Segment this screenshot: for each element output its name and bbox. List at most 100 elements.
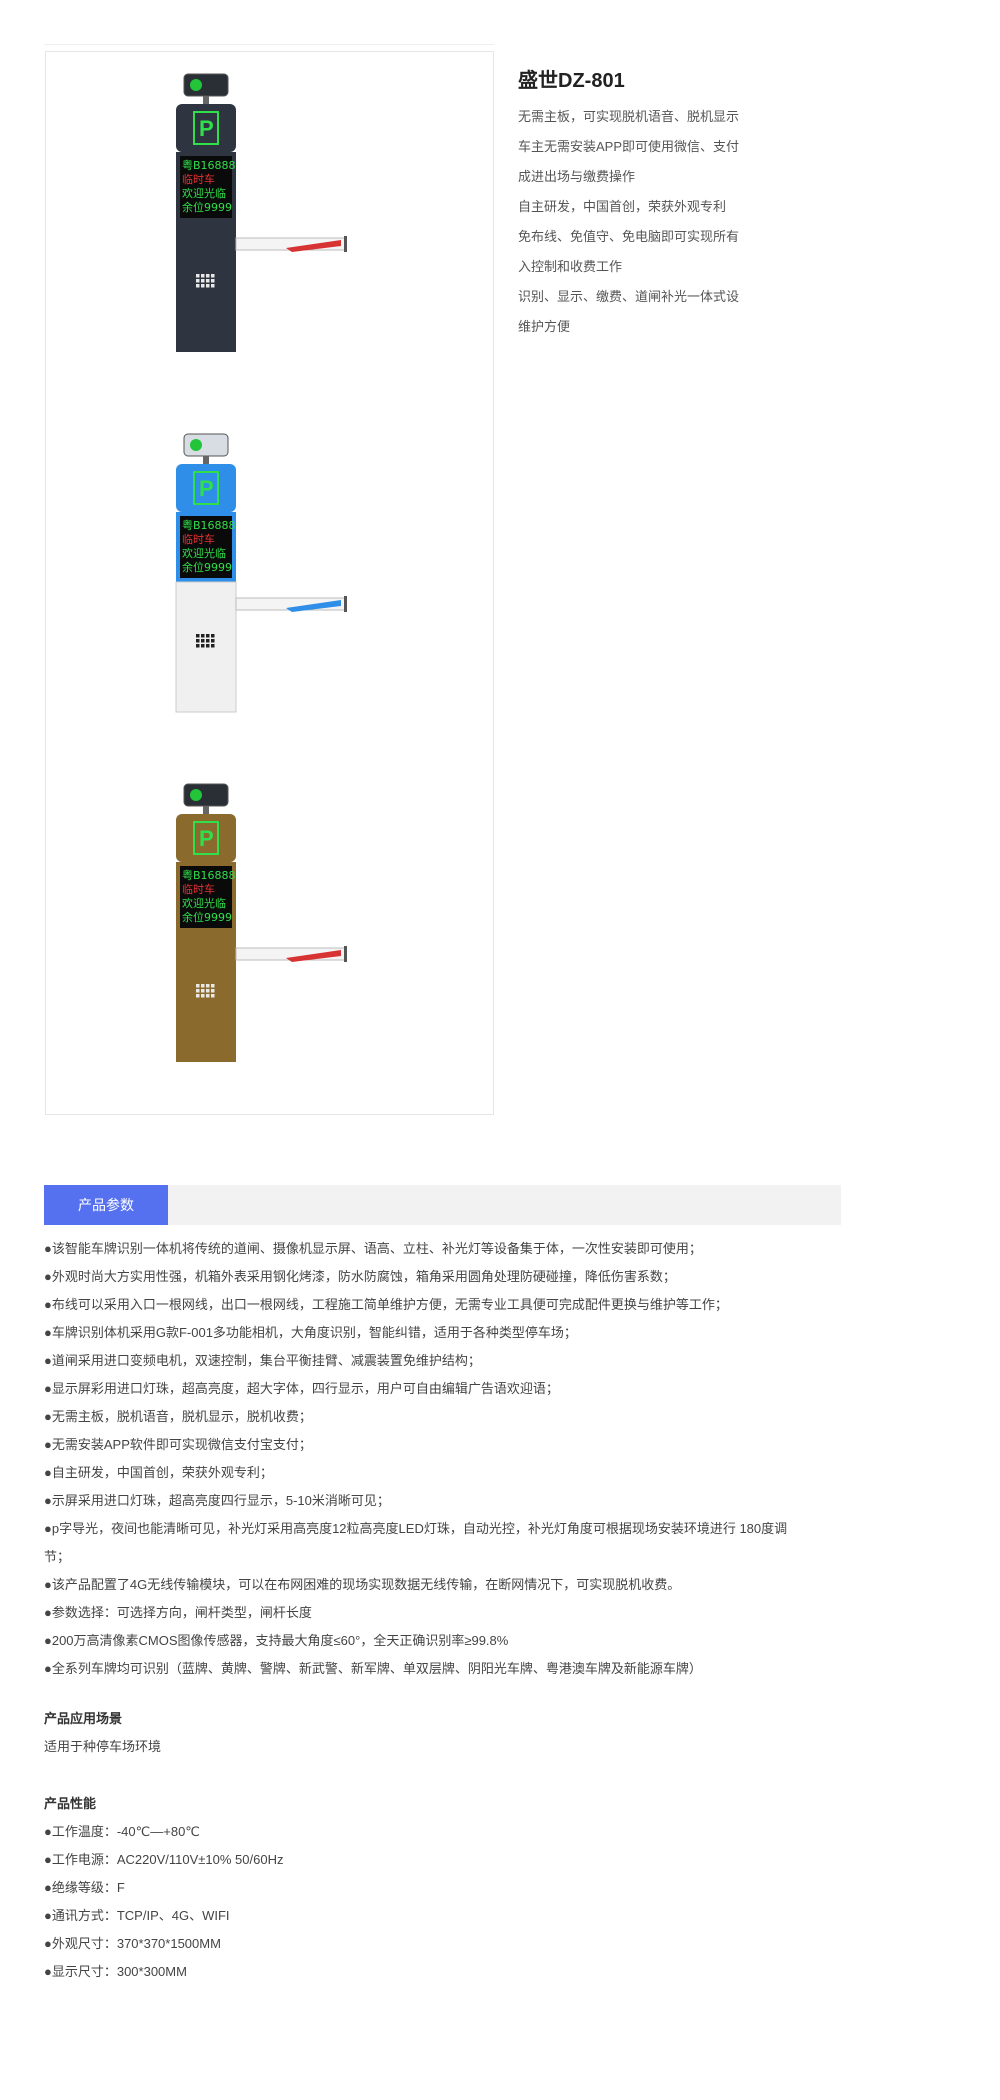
keypad-key [211,639,215,643]
performance-item: ●绝缘等级：F [44,1880,125,1895]
keypad-key [206,634,210,638]
keypad-key [196,984,200,988]
param-item: ●外观时尚大方实用性强，机箱外表采用钢化烤漆，防水防腐蚀，箱角采用圆角处理防硬碰… [44,1269,676,1284]
keypad-key [196,634,200,638]
param-item: ●无需安装APP软件即可实现微信支付宝支付； [44,1437,312,1452]
description-line: 识别、显示、缴费、道闸补光一体式设 [518,289,740,304]
product-image-blue-white[interactable]: P 粤B16888临时车欢迎光临余位9999 [46,422,493,762]
led-display-line: 余位9999 [182,910,232,924]
keypad-key [201,284,205,288]
parking-p-icon: P [199,476,214,501]
param-item: ●车牌识别体机采用G款F-001多功能相机，大角度识别，智能纠错，适用于各种类型… [44,1325,577,1340]
product-title: 盛世DZ-801 [518,70,625,92]
keypad-key [201,994,205,998]
keypad-key [201,634,205,638]
param-item: ●示屏采用进口灯珠，超高亮度四行显示，5-10米消晰可见； [44,1493,390,1508]
keypad-key [206,279,210,283]
scenario-text: 适用于种停车场环境 [44,1739,162,1754]
led-display-line: 欢迎光临 [182,546,226,560]
led-display-line: 临时车 [182,532,215,546]
param-item: ●参数选择：可选择方向，闸杆类型，闸杆长度 [44,1605,312,1620]
keypad-key [211,989,215,993]
product-info: 盛世DZ-801 无需主板，可实现脱机语音、脱机显示 车主无需安装APP即可使用… [518,66,750,342]
keypad-key [206,284,210,288]
tab-bar: 产品参数 [44,1185,841,1225]
performance-item: ●工作温度：-40℃—+80℃ [44,1824,200,1839]
camera-mount [203,456,209,464]
keypad-key [206,984,210,988]
led-display-line: 临时车 [182,172,215,186]
keypad-key [211,634,215,638]
keypad-key [196,644,200,648]
status-light-icon [190,79,202,91]
param-item: ●该智能车牌识别一体机将传统的道闸、摄像机显示屏、语高、立柱、补光灯等设备集于体… [44,1241,702,1256]
status-light-icon [190,439,202,451]
keypad-key [211,274,215,278]
keypad-key [196,639,200,643]
boom-arm-end [344,946,347,962]
param-item: ●p字导光，夜间也能清晰可见，补光灯采用高亮度12粒高亮度LED灯珠，自动光控，… [44,1521,788,1564]
tab-product-params[interactable]: 产品参数 [44,1185,168,1225]
param-item: ●显示屏彩用进口灯珠，超高亮度，超大字体，四行显示，用户可自由编辑广告语欢迎语； [44,1381,559,1396]
keypad-key [201,989,205,993]
led-display-line: 粤B16888 [182,158,236,172]
description-line: 无需主板，可实现脱机语音、脱机显示 [518,109,740,124]
keypad-key [211,284,215,288]
boom-arm-end [344,236,347,252]
keypad-key [196,274,200,278]
led-display-line: 粤B16888 [182,518,236,532]
led-display-line: 余位9999 [182,560,232,574]
keypad-key [196,994,200,998]
performance-item: ●工作电源：AC220V/110V±10% 50/60Hz [44,1852,284,1867]
led-display-line: 欢迎光临 [182,896,226,910]
product-gallery: P 粤B16888 临时车 欢迎光临 余位9999 P 粤B16888 临时车 欢迎光临 余位9… [45,51,494,1115]
keypad-key [206,274,210,278]
led-display-line: 粤B16888 [182,868,236,882]
led-display-line: 欢迎光临 [182,186,226,200]
product-image-dark-grey[interactable]: P 粤B16888临时车欢迎光临余位9999 [46,62,493,402]
camera-mount [203,96,209,104]
description-line: 维护方便 [518,319,571,334]
keypad-key [206,989,210,993]
param-item: ●布线可以采用入口一根网线，出口一根网线，工程施工简单维护方便，无需专业工具便可… [44,1297,728,1312]
keypad-key [211,994,215,998]
keypad-key [201,279,205,283]
keypad-key [206,639,210,643]
param-item: ●该产品配置了4G无线传输模块，可以在布网困难的现场实现数据无线传输，在断网情况… [44,1577,681,1592]
led-display-line: 余位9999 [182,200,232,214]
keypad-key [196,989,200,993]
keypad-key [211,279,215,283]
performance-item: ●显示尺寸：300*300MM [44,1964,187,1979]
keypad-key [196,279,200,283]
param-item: ●200万高清像素CMOS图像传感器，支持最大角度≤60°，全天正确识别率≥99… [44,1633,509,1648]
description-line: 免布线、免值守、免电脑即可实现所有 [518,229,740,244]
scenario-title: 产品应用场景 [44,1711,123,1726]
param-item: ●无需主板，脱机语音，脱机显示，脱机收费； [44,1409,312,1424]
performance-title: 产品性能 [44,1796,97,1811]
keypad-key [201,274,205,278]
parking-p-icon: P [199,826,214,851]
product-performance: 产品性能 ●工作温度：-40℃—+80℃ ●工作电源：AC220V/110V±1… [44,1790,844,1986]
performance-item: ●通讯方式：TCP/IP、4G、WIFI [44,1908,230,1923]
keypad-key [211,644,215,648]
parking-p-icon: P [199,116,214,141]
product-params-list: ●该智能车牌识别一体机将传统的道闸、摄像机显示屏、语高、立柱、补光灯等设备集于体… [44,1235,844,1683]
description-line: 自主研发，中国首创，荣获外观专利 [518,199,727,214]
keypad-key [201,984,205,988]
keypad-key [196,284,200,288]
keypad-key [211,984,215,988]
product-image-bronze[interactable]: P 粤B16888临时车欢迎光临余位9999 [46,772,493,1112]
application-scenario: 产品应用场景 适用于种停车场环境 [44,1705,844,1761]
param-item: ●自主研发，中国首创，荣获外观专利； [44,1465,273,1480]
param-item: ●全系列车牌均可识别（蓝牌、黄牌、警牌、新武警、新军牌、单双层牌、阴阳光车牌、粤… [44,1661,702,1676]
camera-mount [203,806,209,814]
status-light-icon [190,789,202,801]
description-line: 成进出场与缴费操作 [518,169,636,184]
product-description: 无需主板，可实现脱机语音、脱机显示 车主无需安装APP即可使用微信、支付 成进出… [518,102,750,342]
description-line: 入控制和收费工作 [518,259,623,274]
top-divider [44,44,494,45]
boom-arm-end [344,596,347,612]
description-line: 车主无需安装APP即可使用微信、支付 [518,139,740,154]
keypad-key [201,639,205,643]
keypad-key [201,644,205,648]
